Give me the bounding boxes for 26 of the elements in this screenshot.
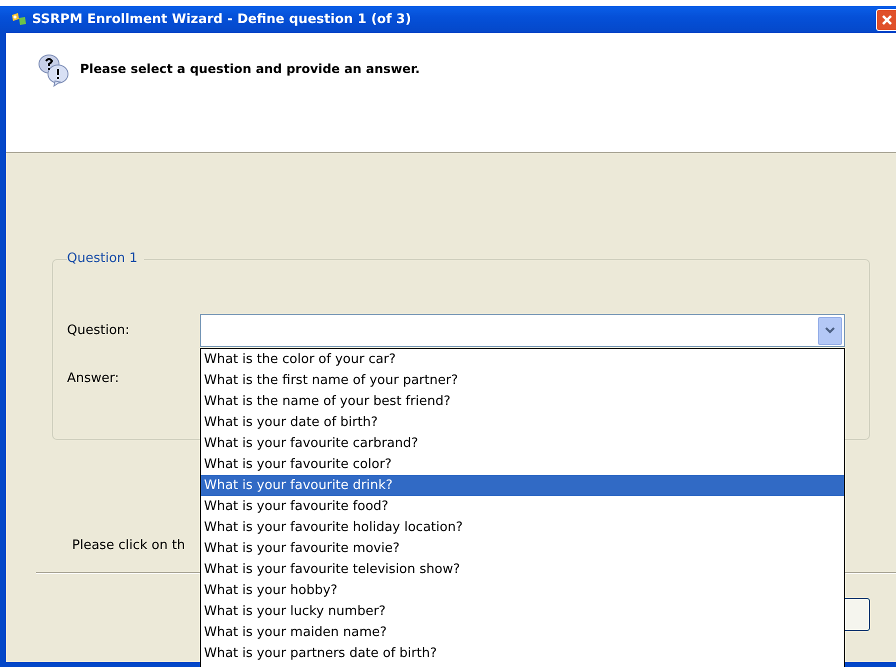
dropdown-option[interactable]: What is your favourite food? [201, 496, 844, 517]
dropdown-option[interactable]: What is the first name of your partner? [201, 370, 844, 391]
footer-text: Please click on th [72, 537, 186, 555]
window-title: SSRPM Enrollment Wizard - Define question 1 (of 3) [32, 10, 412, 29]
app-icon [10, 12, 28, 28]
dropdown-option[interactable]: What is the color of your car? [201, 349, 844, 370]
dropdown-option[interactable]: What is your favourite holiday location? [201, 517, 844, 538]
dropdown-option[interactable]: What is your favourite carbrand? [201, 433, 844, 454]
field-label: Question: [67, 322, 131, 340]
dropdown-option[interactable]: What is your favourite movie? [201, 538, 844, 559]
dropdown-button[interactable] [818, 316, 842, 344]
instruction-text: Please select a question and provide an answer. [80, 60, 420, 78]
help-bubbles-icon [38, 53, 70, 87]
dropdown-option[interactable]: What is your partners date of birth? [201, 643, 844, 664]
dropdown-option[interactable]: What is your favourite drink? [201, 475, 844, 496]
dropdown-option[interactable]: What is your maiden name? [201, 622, 844, 643]
close-button[interactable] [876, 8, 896, 30]
dropdown-option[interactable]: What is your hobby? [201, 580, 844, 601]
dropdown-option[interactable]: What is your favourite television show? [201, 559, 844, 580]
dropdown-option[interactable]: What is the name of your best friend? [201, 391, 844, 412]
chevron-down-icon [825, 327, 835, 334]
dropdown-option[interactable]: What is your favourite color? [201, 454, 844, 475]
field-label: Answer: [67, 370, 120, 388]
dropdown-option[interactable]: What is your date of birth? [201, 412, 844, 433]
close-icon [880, 12, 894, 26]
dropdown-option[interactable]: What is your lucky number? [201, 601, 844, 622]
